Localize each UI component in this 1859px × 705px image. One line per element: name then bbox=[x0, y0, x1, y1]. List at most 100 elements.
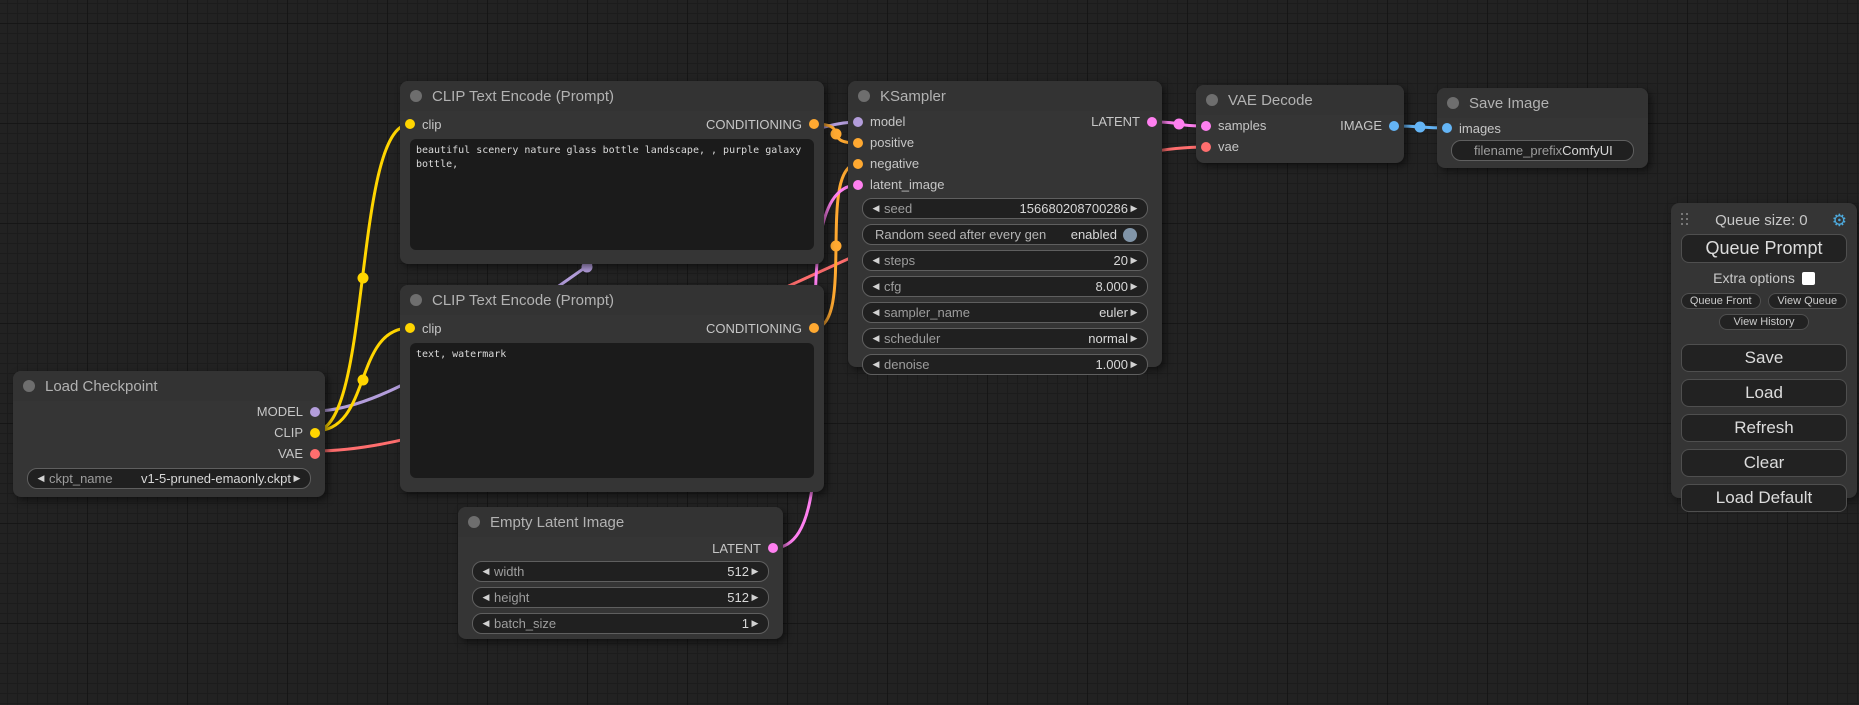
drag-handle-icon[interactable] bbox=[1681, 213, 1691, 228]
widget-denoise[interactable]: ◀ denoise 1.000 ▶ bbox=[862, 354, 1148, 375]
decrement-arrow-icon[interactable]: ◀ bbox=[870, 255, 882, 266]
node-title-bar[interactable]: CLIP Text Encode (Prompt) bbox=[400, 81, 824, 111]
increment-arrow-icon[interactable]: ▶ bbox=[1128, 307, 1140, 318]
widget-random-seed-toggle[interactable]: Random seed after every gen enabled bbox=[862, 224, 1148, 245]
widget-height[interactable]: ◀ height 512 ▶ bbox=[472, 587, 769, 608]
decrement-arrow-icon[interactable]: ◀ bbox=[870, 333, 882, 344]
prompt-text-input[interactable]: text, watermark bbox=[410, 343, 814, 478]
collapse-dot-icon[interactable] bbox=[1447, 97, 1459, 109]
collapse-dot-icon[interactable] bbox=[858, 90, 870, 102]
link-dot[interactable] bbox=[358, 273, 369, 284]
input-port-images[interactable] bbox=[1442, 123, 1452, 133]
view-history-button[interactable]: View History bbox=[1719, 314, 1809, 330]
decrement-arrow-icon[interactable]: ◀ bbox=[870, 281, 882, 292]
widget-value: 512 bbox=[727, 564, 749, 579]
node-clip-text-encode-negative[interactable]: CLIP Text Encode (Prompt) clip CONDITION… bbox=[400, 285, 824, 492]
increment-arrow-icon[interactable]: ▶ bbox=[1128, 281, 1140, 292]
widget-scheduler[interactable]: ◀ scheduler normal ▶ bbox=[862, 328, 1148, 349]
output-port-conditioning[interactable] bbox=[809, 119, 819, 129]
extra-options-checkbox[interactable] bbox=[1802, 272, 1815, 285]
queue-panel[interactable]: Queue size: 0 ⚙ Queue Prompt Extra optio… bbox=[1671, 203, 1857, 498]
increment-arrow-icon[interactable]: ▶ bbox=[1128, 203, 1140, 214]
widget-width[interactable]: ◀ width 512 ▶ bbox=[472, 561, 769, 582]
refresh-button[interactable]: Refresh bbox=[1681, 414, 1847, 442]
toggle-dot-icon[interactable] bbox=[1123, 228, 1137, 242]
widget-value: 8.000 bbox=[1095, 279, 1128, 294]
increment-arrow-icon[interactable]: ▶ bbox=[749, 566, 761, 577]
input-label: vae bbox=[1218, 139, 1239, 154]
input-port-vae[interactable] bbox=[1201, 142, 1211, 152]
link-dot[interactable] bbox=[358, 375, 369, 386]
decrement-arrow-icon[interactable]: ◀ bbox=[480, 618, 492, 629]
collapse-dot-icon[interactable] bbox=[468, 516, 480, 528]
input-port-positive[interactable] bbox=[853, 138, 863, 148]
collapse-dot-icon[interactable] bbox=[1206, 94, 1218, 106]
input-label: images bbox=[1459, 121, 1501, 136]
input-port-negative[interactable] bbox=[853, 159, 863, 169]
widget-filename-prefix[interactable]: filename_prefix ComfyUI bbox=[1451, 140, 1634, 161]
save-button[interactable]: Save bbox=[1681, 344, 1847, 372]
decrement-arrow-icon[interactable]: ◀ bbox=[35, 473, 47, 484]
collapse-dot-icon[interactable] bbox=[23, 380, 35, 392]
link-dot[interactable] bbox=[831, 129, 842, 140]
input-port-samples[interactable] bbox=[1201, 121, 1211, 131]
decrement-arrow-icon[interactable]: ◀ bbox=[480, 592, 492, 603]
input-port-latent-image[interactable] bbox=[853, 180, 863, 190]
node-vae-decode[interactable]: VAE Decode samples IMAGE vae bbox=[1196, 85, 1404, 163]
decrement-arrow-icon[interactable]: ◀ bbox=[870, 307, 882, 318]
widget-batch-size[interactable]: ◀ batch_size 1 ▶ bbox=[472, 613, 769, 634]
node-empty-latent-image[interactable]: Empty Latent Image LATENT ◀ width 512 ▶ … bbox=[458, 507, 783, 639]
load-default-button[interactable]: Load Default bbox=[1681, 484, 1847, 512]
node-title-bar[interactable]: Load Checkpoint bbox=[13, 371, 325, 401]
queue-prompt-button[interactable]: Queue Prompt bbox=[1681, 234, 1847, 263]
settings-gear-icon[interactable]: ⚙ bbox=[1832, 212, 1847, 229]
prompt-text-input[interactable]: beautiful scenery nature glass bottle la… bbox=[410, 139, 814, 250]
output-port-latent[interactable] bbox=[768, 543, 778, 553]
input-port-clip[interactable] bbox=[405, 119, 415, 129]
slot-row: positive bbox=[848, 132, 1162, 153]
node-ksampler[interactable]: KSampler model LATENT positive negative … bbox=[848, 81, 1162, 367]
output-port-vae[interactable] bbox=[310, 449, 320, 459]
link-dot[interactable] bbox=[1415, 122, 1426, 133]
widget-label: scheduler bbox=[884, 331, 940, 346]
output-port-image[interactable] bbox=[1389, 121, 1399, 131]
input-port-clip[interactable] bbox=[405, 323, 415, 333]
increment-arrow-icon[interactable]: ▶ bbox=[749, 618, 761, 629]
collapse-dot-icon[interactable] bbox=[410, 294, 422, 306]
increment-arrow-icon[interactable]: ▶ bbox=[1128, 359, 1140, 370]
node-clip-text-encode-positive[interactable]: CLIP Text Encode (Prompt) clip CONDITION… bbox=[400, 81, 824, 264]
increment-arrow-icon[interactable]: ▶ bbox=[749, 592, 761, 603]
node-title-bar[interactable]: Empty Latent Image bbox=[458, 507, 783, 537]
widget-sampler-name[interactable]: ◀ sampler_name euler ▶ bbox=[862, 302, 1148, 323]
decrement-arrow-icon[interactable]: ◀ bbox=[870, 359, 882, 370]
output-port-model[interactable] bbox=[310, 407, 320, 417]
clear-button[interactable]: Clear bbox=[1681, 449, 1847, 477]
load-button[interactable]: Load bbox=[1681, 379, 1847, 407]
link-dot[interactable] bbox=[831, 241, 842, 252]
widget-ckpt-name[interactable]: ◀ ckpt_name v1-5-pruned-emaonly.ckpt ▶ bbox=[27, 468, 311, 489]
output-port-clip[interactable] bbox=[310, 428, 320, 438]
node-title-bar[interactable]: VAE Decode bbox=[1196, 85, 1404, 115]
increment-arrow-icon[interactable]: ▶ bbox=[1128, 255, 1140, 266]
node-graph-canvas[interactable]: Load Checkpoint MODEL CLIP VAE ◀ ckpt_na… bbox=[0, 0, 1859, 705]
increment-arrow-icon[interactable]: ▶ bbox=[291, 473, 303, 484]
widget-cfg[interactable]: ◀ cfg 8.000 ▶ bbox=[862, 276, 1148, 297]
slot-row: MODEL bbox=[13, 401, 325, 422]
node-title-bar[interactable]: KSampler bbox=[848, 81, 1162, 111]
output-port-conditioning[interactable] bbox=[809, 323, 819, 333]
output-port-latent[interactable] bbox=[1147, 117, 1157, 127]
node-title-bar[interactable]: Save Image bbox=[1437, 88, 1648, 118]
node-title-bar[interactable]: CLIP Text Encode (Prompt) bbox=[400, 285, 824, 315]
node-save-image[interactable]: Save Image images filename_prefix ComfyU… bbox=[1437, 88, 1648, 168]
view-queue-button[interactable]: View Queue bbox=[1768, 293, 1848, 309]
link-dot[interactable] bbox=[1174, 119, 1185, 130]
collapse-dot-icon[interactable] bbox=[410, 90, 422, 102]
widget-seed[interactable]: ◀ seed 156680208700286 ▶ bbox=[862, 198, 1148, 219]
node-load-checkpoint[interactable]: Load Checkpoint MODEL CLIP VAE ◀ ckpt_na… bbox=[13, 371, 325, 497]
decrement-arrow-icon[interactable]: ◀ bbox=[870, 203, 882, 214]
increment-arrow-icon[interactable]: ▶ bbox=[1128, 333, 1140, 344]
widget-steps[interactable]: ◀ steps 20 ▶ bbox=[862, 250, 1148, 271]
decrement-arrow-icon[interactable]: ◀ bbox=[480, 566, 492, 577]
queue-front-button[interactable]: Queue Front bbox=[1681, 293, 1761, 309]
input-port-model[interactable] bbox=[853, 117, 863, 127]
